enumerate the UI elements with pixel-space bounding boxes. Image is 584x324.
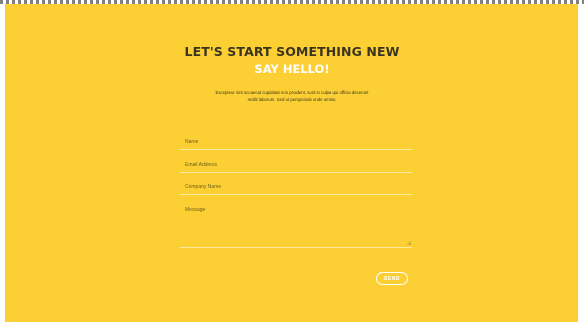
email-field[interactable]: Email Address	[180, 162, 412, 173]
page-frame: LET'S START SOMETHING NEW SAY HELLO! Exc…	[0, 0, 584, 324]
intro-text: Excepteur sint occaecat cupidatat non pr…	[190, 89, 394, 103]
name-field[interactable]: Name	[180, 139, 412, 150]
company-field[interactable]: Company Name	[180, 184, 412, 195]
message-placeholder: Message	[185, 207, 206, 213]
email-placeholder: Email Address	[185, 162, 217, 168]
company-placeholder: Company Name	[185, 184, 222, 190]
send-button[interactable]: SEND	[376, 272, 408, 285]
section-heading: LET'S START SOMETHING NEW	[184, 44, 400, 59]
name-placeholder: Name	[185, 139, 199, 145]
section-subheading: SAY HELLO!	[254, 62, 330, 76]
resize-handle-icon[interactable]	[407, 241, 411, 245]
intro-line-2: mollit laborum. Sed ut perspiciatis unde…	[247, 97, 337, 102]
message-textarea[interactable]: Message	[180, 207, 412, 248]
intro-line-1: Excepteur sint occaecat cupidatat non pr…	[215, 90, 369, 95]
